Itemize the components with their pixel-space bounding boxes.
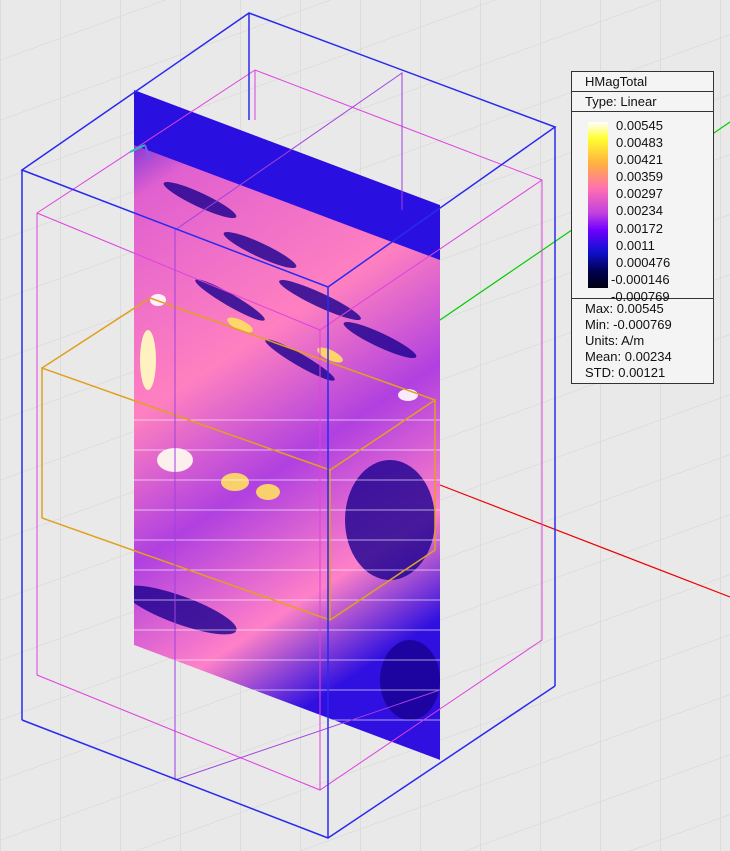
legend-ticks: 0.00545 0.00483 0.00421 0.00359 0.00297 … — [611, 117, 671, 305]
legend-tick: 0.00483 — [616, 135, 663, 151]
legend-tick: 0.00359 — [616, 169, 663, 185]
legend-tick: 0.0011 — [616, 237, 655, 253]
legend-tick: 0.000476 — [616, 254, 671, 270]
legend-scale-type: Type: Linear — [572, 92, 713, 112]
legend-tick: 0.00545 — [616, 118, 663, 133]
stat-units: Units: A/m — [585, 333, 645, 348]
legend-tick: 0.00421 — [616, 152, 663, 168]
legend-title: HMagTotal — [572, 72, 713, 92]
legend-tick: 0.00234 — [616, 203, 663, 219]
stat-min: Min: -0.000769 — [585, 317, 672, 332]
field-legend[interactable]: HMagTotal Type: Linear 0.00545 0.00483 0… — [571, 71, 714, 384]
stat-mean: Mean: 0.00234 — [585, 349, 672, 364]
legend-tick: -0.000769 — [611, 288, 670, 304]
color-bar — [588, 122, 608, 288]
legend-tick: -0.000146 — [611, 271, 670, 287]
legend-tick: 0.00297 — [616, 186, 663, 202]
legend-color-scale: 0.00545 0.00483 0.00421 0.00359 0.00297 … — [572, 112, 713, 304]
legend-tick: 0.00172 — [616, 220, 663, 236]
legend-stats: Max: 0.00545 Min: -0.000769 Units: A/m M… — [572, 299, 713, 383]
stat-std: STD: 0.00121 — [585, 365, 666, 380]
